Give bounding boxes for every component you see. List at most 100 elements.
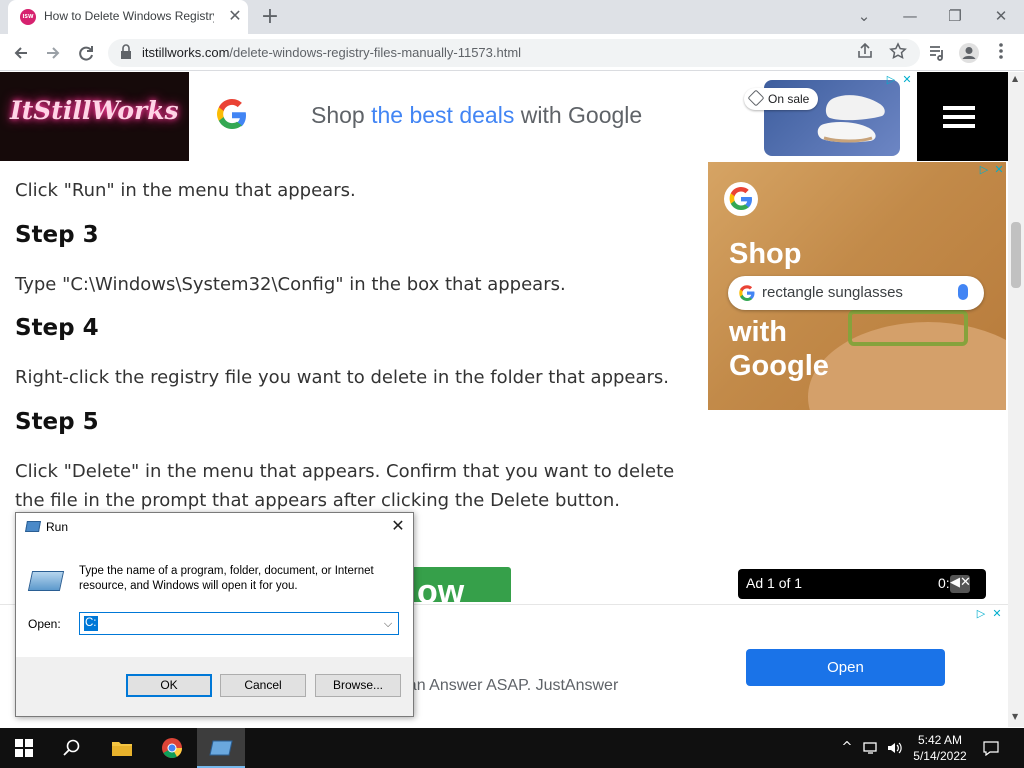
bottom-ad-text: et an Answer ASAP. JustAnswer	[390, 677, 619, 694]
site-logo[interactable]: ItStillWorks	[0, 72, 189, 161]
banner-text-suffix: with Google	[514, 102, 643, 128]
back-icon[interactable]	[10, 42, 32, 64]
favicon-icon: ISW	[20, 9, 36, 25]
run-program-icon	[27, 571, 65, 591]
side-ad-text-google: Google	[729, 350, 829, 382]
logo-text: ItStillWorks	[10, 96, 179, 125]
tab-close-icon[interactable]: ✕	[226, 7, 244, 25]
run-dialog: Run ✕ Type the name of a program, folder…	[15, 512, 414, 717]
on-sale-text: On sale	[768, 92, 810, 106]
adchoices-icon[interactable]: ▷	[976, 163, 992, 177]
ad-close-icon[interactable]: ✕	[899, 73, 915, 87]
scrollbar-thumb[interactable]	[1011, 222, 1021, 288]
tab-title: How to Delete Windows Registry Files Man…	[44, 9, 214, 23]
step-heading: Step 3	[15, 222, 99, 248]
tab-search-icon[interactable]: ⌄	[850, 4, 878, 28]
clock-date: 5/14/2022	[913, 749, 967, 763]
forward-icon[interactable]	[42, 42, 64, 64]
url-domain: itstillworks.com	[142, 45, 230, 60]
video-ad-bar[interactable]: Ad 1 of 1 0:01 ◀✕	[738, 569, 986, 599]
banner-text-highlight: the best deals	[371, 102, 515, 128]
article-paragraph: Type "C:\Windows\System32\Config" in the…	[15, 274, 566, 295]
start-icon[interactable]	[0, 728, 48, 768]
run-taskbar-icon[interactable]	[197, 728, 245, 768]
taskbar: ^ 5:42 AM 5/14/2022	[0, 728, 1024, 768]
google-logo-icon	[215, 98, 249, 132]
url-path: /delete-windows-registry-files-manually-…	[229, 45, 522, 60]
restore-button[interactable]: ❐	[941, 4, 969, 28]
browser-toolbar: itstillworks.com/delete-windows-registry…	[0, 34, 1024, 71]
article-paragraph: Click "Run" in the menu that appears.	[15, 180, 356, 201]
banner-ad[interactable]: Shop the best deals with Google On sale …	[189, 72, 917, 161]
side-ad-search-pill: rectangle sunglasses	[728, 276, 984, 310]
side-ad-text-with: with	[729, 316, 787, 348]
side-ad[interactable]: Shop rectangle sunglasses with Google ▷ …	[708, 162, 1006, 410]
on-sale-badge: On sale	[744, 88, 818, 110]
reload-icon[interactable]	[75, 42, 97, 64]
volume-icon[interactable]	[886, 738, 904, 758]
window-close-button[interactable]: ✕	[987, 4, 1015, 28]
open-input[interactable]: C: ⌵	[79, 612, 399, 635]
star-icon[interactable]	[887, 42, 909, 64]
browser-tab[interactable]: ISW How to Delete Windows Registry Files…	[8, 0, 248, 34]
side-ad-text-shop: Shop	[729, 238, 802, 270]
tab-strip: ISW How to Delete Windows Registry Files…	[0, 0, 1024, 34]
chrome-icon[interactable]	[148, 728, 196, 768]
file-explorer-icon[interactable]	[98, 728, 146, 768]
tag-icon	[747, 89, 765, 107]
hamburger-bar	[943, 106, 975, 110]
run-dialog-body: Type the name of a program, folder, docu…	[16, 541, 413, 657]
chevron-down-icon[interactable]: ⌵	[380, 615, 396, 632]
run-dialog-titlebar[interactable]: Run ✕	[16, 513, 413, 541]
ad-close-icon[interactable]: ✕	[991, 163, 1006, 177]
scroll-up-icon[interactable]: ▲	[1012, 74, 1018, 83]
green-cta-text: ow	[417, 573, 465, 602]
hamburger-menu-button[interactable]	[917, 72, 1008, 161]
hamburger-bar	[943, 115, 975, 119]
open-label: Open:	[28, 617, 61, 631]
step-heading: Step 4	[15, 315, 99, 341]
browse-button[interactable]: Browse...	[315, 674, 401, 697]
open-input-value: C:	[84, 616, 98, 631]
profile-icon[interactable]	[958, 42, 980, 64]
run-close-icon[interactable]: ✕	[388, 516, 408, 536]
search-icon[interactable]	[48, 728, 96, 768]
mute-icon[interactable]: ◀✕	[950, 575, 971, 593]
side-ad-search-text: rectangle sunglasses	[762, 284, 903, 301]
article-paragraph: Click "Delete" in the menu that appears.…	[15, 461, 675, 511]
article-paragraph: Right-click the registry file you want t…	[15, 367, 670, 388]
minimize-button[interactable]: —	[896, 4, 924, 28]
page-scrollbar[interactable]: ▲ ▼	[1008, 72, 1024, 727]
adchoices-icon[interactable]: ▷	[883, 73, 899, 87]
show-hidden-icons-icon[interactable]: ^	[838, 738, 856, 758]
system-clock[interactable]: 5:42 AM 5/14/2022	[908, 732, 972, 764]
url-text: itstillworks.com/delete-windows-registry…	[142, 45, 521, 61]
address-bar[interactable]: itstillworks.com/delete-windows-registry…	[108, 39, 920, 67]
scroll-down-icon[interactable]: ▼	[1012, 712, 1018, 721]
lock-icon[interactable]	[120, 44, 136, 62]
cancel-button[interactable]: Cancel	[220, 674, 306, 697]
hamburger-bar	[943, 124, 975, 128]
video-ad-count: Ad 1 of 1	[746, 575, 803, 591]
mic-icon	[958, 284, 968, 300]
green-cta-button[interactable]: ow	[405, 567, 511, 602]
sunglasses-image	[848, 310, 968, 346]
share-icon[interactable]	[854, 42, 876, 64]
reading-list-icon[interactable]	[926, 42, 948, 64]
network-icon[interactable]	[862, 738, 880, 758]
run-dialog-title: Run	[46, 520, 69, 534]
menu-icon[interactable]	[990, 42, 1012, 64]
ok-button[interactable]: OK	[126, 674, 212, 697]
banner-ad-text: Shop the best deals with Google	[311, 102, 642, 129]
new-tab-button[interactable]: +	[258, 6, 282, 28]
google-g-icon	[738, 284, 756, 302]
clock-time: 5:42 AM	[917, 733, 963, 747]
google-logo-icon	[724, 182, 758, 216]
ad-close-icon[interactable]: ✕	[989, 607, 1005, 621]
notifications-icon[interactable]	[982, 738, 1000, 758]
run-description: Type the name of a program, folder, docu…	[79, 565, 374, 592]
step-heading: Step 5	[15, 409, 99, 435]
open-button[interactable]: Open	[746, 649, 945, 686]
banner-text-prefix: Shop	[311, 102, 372, 128]
adchoices-icon[interactable]: ▷	[973, 607, 989, 621]
